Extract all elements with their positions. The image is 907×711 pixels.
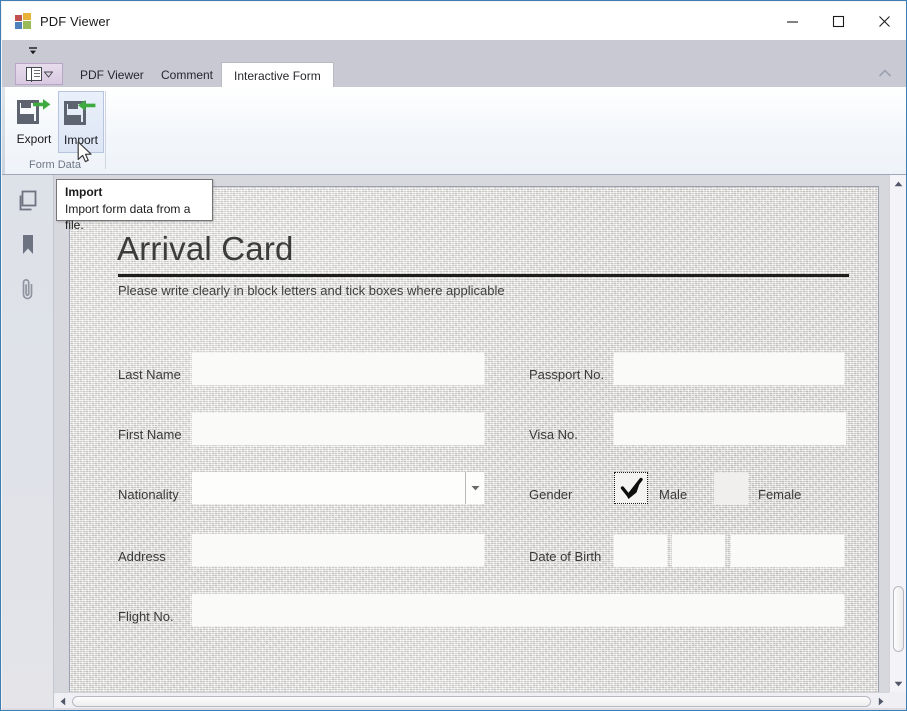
- label-nationality: Nationality: [118, 487, 179, 503]
- customize-quick-access-icon: [27, 46, 39, 56]
- input-passport-no[interactable]: [614, 353, 844, 385]
- mouse-cursor: [77, 141, 93, 165]
- check-icon: [620, 477, 644, 501]
- label-gender-male: Male: [659, 487, 687, 503]
- scroll-left-icon: [60, 697, 66, 706]
- title-divider: [118, 274, 849, 277]
- arrow-left-icon: [78, 99, 96, 112]
- attachment-icon: [15, 276, 41, 302]
- sidebar-item-bookmarks[interactable]: [2, 223, 54, 267]
- input-flight-no[interactable]: [192, 594, 844, 626]
- import-tooltip: Import Import form data from a file.: [56, 179, 213, 221]
- tab-label: PDF Viewer: [80, 68, 144, 82]
- checkbox-gender-male[interactable]: [614, 472, 648, 504]
- document-canvas: Arrival Card Please write clearly in blo…: [54, 175, 889, 692]
- floppy-export-icon: [17, 96, 51, 128]
- sidebar-item-attachments[interactable]: [2, 267, 54, 311]
- input-address[interactable]: [192, 534, 484, 566]
- arrow-right-icon: [33, 98, 51, 111]
- ribbon-group-separator: [105, 91, 106, 169]
- window-bottom-edge: [2, 708, 907, 710]
- page-subtitle: Please write clearly in block letters an…: [118, 282, 505, 300]
- bookmark-icon: [15, 232, 41, 258]
- label-visa-no: Visa No.: [529, 427, 578, 443]
- label-flight-no: Flight No.: [118, 609, 174, 625]
- vertical-scroll-thumb[interactable]: [893, 586, 904, 652]
- minimize-icon: [786, 15, 799, 28]
- minimize-button[interactable]: [769, 2, 815, 40]
- input-last-name[interactable]: [192, 353, 484, 385]
- input-visa-no[interactable]: [614, 413, 846, 445]
- scroll-down-button[interactable]: [890, 675, 907, 692]
- pdf-page: Arrival Card Please write clearly in blo…: [69, 186, 879, 692]
- tooltip-title: Import: [65, 185, 204, 200]
- chevron-down-icon: [44, 71, 53, 78]
- vertical-scrollbar[interactable]: [889, 175, 907, 692]
- app-squares-icon: [15, 13, 31, 29]
- window-controls: [769, 2, 907, 40]
- close-icon: [878, 15, 891, 28]
- label-gender: Gender: [529, 487, 572, 503]
- scroll-right-icon: [878, 697, 884, 706]
- scroll-up-icon: [894, 181, 903, 187]
- title-bar: PDF Viewer: [2, 2, 907, 40]
- document-viewport: Arrival Card Please write clearly in blo…: [54, 175, 907, 710]
- navigation-sidebar: [2, 175, 54, 710]
- export-button[interactable]: Export: [11, 91, 57, 153]
- pages-icon: [15, 188, 41, 214]
- scroll-down-icon: [894, 681, 903, 687]
- tab-pdf-viewer[interactable]: PDF Viewer: [68, 62, 156, 87]
- page-title: Arrival Card: [117, 230, 294, 268]
- input-nationality[interactable]: [192, 472, 484, 504]
- scroll-up-button[interactable]: [890, 175, 907, 192]
- close-button[interactable]: [861, 2, 907, 40]
- label-gender-female: Female: [758, 487, 801, 503]
- tab-comment[interactable]: Comment: [149, 62, 225, 87]
- collapse-ribbon-icon: [877, 67, 893, 81]
- maximize-button[interactable]: [815, 2, 861, 40]
- label-address: Address: [118, 549, 166, 565]
- horizontal-scroll-thumb[interactable]: [72, 696, 871, 707]
- label-last-name: Last Name: [118, 367, 181, 383]
- maximize-icon: [832, 15, 845, 28]
- customize-quick-access-button[interactable]: [25, 45, 41, 57]
- checkbox-gender-female[interactable]: [714, 473, 748, 505]
- collapse-ribbon-button[interactable]: [877, 67, 893, 83]
- floppy-import-icon: [64, 97, 98, 129]
- input-dob-month[interactable]: [672, 535, 725, 567]
- sidebar-item-pages[interactable]: [2, 179, 54, 223]
- input-first-name[interactable]: [192, 413, 484, 445]
- label-date-of-birth: Date of Birth: [529, 549, 601, 565]
- label-first-name: First Name: [118, 427, 182, 443]
- view-mode-button[interactable]: [15, 63, 63, 85]
- tab-label: Interactive Form: [234, 69, 321, 83]
- tab-label: Comment: [161, 68, 213, 82]
- input-dob-day[interactable]: [614, 535, 667, 567]
- ribbon-tab-bar: PDF Viewer Comment Interactive Form: [2, 62, 907, 87]
- window-title: PDF Viewer: [40, 14, 110, 29]
- view-mode-icon: [26, 67, 42, 81]
- pdf-viewer-window: PDF Viewer: [0, 0, 907, 711]
- tooltip-body: Import form data from a file.: [65, 201, 204, 233]
- export-button-label: Export: [17, 132, 52, 146]
- chevron-down-icon: [465, 472, 484, 504]
- tab-interactive-form[interactable]: Interactive Form: [221, 62, 334, 88]
- quick-access-toolbar: [2, 40, 907, 62]
- ribbon: Export Import Form Data: [2, 87, 907, 175]
- label-passport-no: Passport No.: [529, 367, 604, 383]
- input-dob-year[interactable]: [731, 535, 844, 567]
